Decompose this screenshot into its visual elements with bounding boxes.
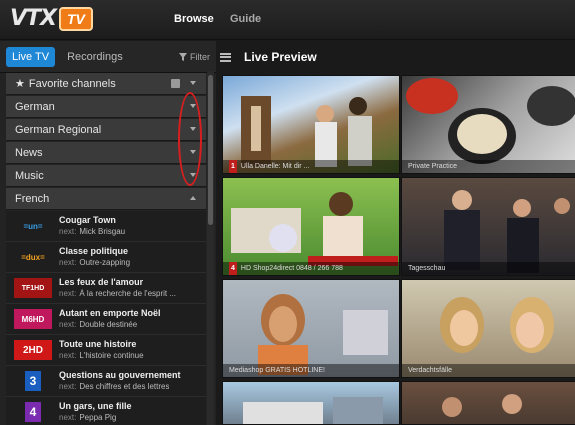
tile-caption: Verdachtsfälle <box>402 364 575 377</box>
category-favorite-channels[interactable]: ★ Favorite channels <box>6 73 206 95</box>
category-music[interactable]: Music <box>6 165 206 187</box>
channel-row[interactable]: =un= Cougar Town next: Mick Brisgau <box>6 211 206 242</box>
category-label: Favorite channels <box>28 77 116 90</box>
preview-tile[interactable]: Verdachtsfälle <box>401 279 575 378</box>
channel-logo-icon: 3 <box>25 371 41 391</box>
program-title: Questions au gouvernement <box>59 370 181 380</box>
edit-icon[interactable] <box>171 79 180 88</box>
tile-scene <box>243 397 383 424</box>
program-title: Un gars, une fille <box>59 401 132 411</box>
tile-scene <box>442 394 522 417</box>
tab-live-tv[interactable]: Live TV <box>6 46 56 67</box>
next-program: next: Des chiffres et des lettres <box>59 382 170 391</box>
tile-caption: 4 HD Shop24direct 0848 / 266 788 <box>223 262 399 275</box>
preview-tile[interactable]: Private Practice <box>401 75 575 174</box>
channel-row[interactable]: 3 Questions au gouvernement next: Des chi… <box>6 366 206 397</box>
category-label: German <box>15 100 55 113</box>
tab-recordings[interactable]: Recordings <box>61 47 129 67</box>
preview-tile[interactable]: Tagesschau <box>401 177 575 276</box>
chevron-down-icon <box>190 81 196 85</box>
category-french[interactable]: French <box>6 188 206 210</box>
vtx-tv-logo[interactable]: VTX TV <box>10 6 93 31</box>
program-title: Toute une histoire <box>59 339 137 349</box>
preview-tile[interactable]: Mediashop GRATIS HOTLINE! <box>222 279 400 378</box>
logo-badge: TV <box>59 6 93 31</box>
program-title: Autant en emporte Noël <box>59 308 161 318</box>
filter-button[interactable]: Filter <box>179 52 210 62</box>
channel-row[interactable]: =dux= Classe politique next: Outre-zappin… <box>6 242 206 273</box>
filter-label: Filter <box>190 51 210 62</box>
next-program: next: Double destinée <box>59 320 138 329</box>
next-program: next: Peppa Pig <box>59 413 117 422</box>
channel-logo-icon: =un= <box>23 221 43 231</box>
channel-row[interactable]: 4 Un gars, une fille next: Peppa Pig <box>6 397 206 425</box>
category-label: Music <box>15 169 44 182</box>
nav-guide[interactable]: Guide <box>230 13 261 25</box>
program-title: Cougar Town <box>59 215 116 225</box>
next-program: next: À la recherche de l'esprit ... <box>59 289 177 298</box>
logo-text: VTX <box>10 6 57 31</box>
category-label: News <box>15 146 43 159</box>
tile-caption: Private Practice <box>402 160 575 173</box>
preview-tile[interactable] <box>401 381 575 425</box>
preview-header: Live Preview <box>216 41 575 73</box>
channel-logo-icon: 2HD <box>14 340 52 360</box>
next-program: next: L'histoire continue <box>59 351 144 360</box>
category-german[interactable]: German <box>6 96 206 118</box>
preview-tile[interactable]: 4 HD Shop24direct 0848 / 266 788 <box>222 177 400 276</box>
left-tabs: Live TV Recordings Filter <box>0 41 216 73</box>
preview-tile[interactable]: 1 Ulla Danelle: Mit dir ... <box>222 75 400 174</box>
channel-logo-icon: =dux= <box>21 252 45 262</box>
program-title: Classe politique <box>59 246 129 256</box>
chevron-up-icon <box>190 196 196 200</box>
channel-logo-icon: M6HD <box>14 309 52 329</box>
menu-icon[interactable] <box>220 52 231 62</box>
channel-logo-icon: 4 <box>25 402 41 422</box>
scrollbar-thumb[interactable] <box>208 75 213 225</box>
tile-caption: Mediashop GRATIS HOTLINE! <box>223 364 399 377</box>
category-label: French <box>15 192 50 205</box>
preview-tile[interactable] <box>222 381 400 425</box>
next-program: next: Mick Brisgau <box>59 227 126 236</box>
tile-caption: Tagesschau <box>402 262 575 275</box>
channel-row[interactable]: M6HD Autant en emporte Noël next: Double … <box>6 304 206 335</box>
program-title: Les feux de l'amour <box>59 277 144 287</box>
category-german-regional[interactable]: German Regional <box>6 119 206 141</box>
page-title: Live Preview <box>244 50 317 64</box>
category-news[interactable]: News <box>6 142 206 164</box>
tile-caption: 1 Ulla Danelle: Mit dir ... <box>223 160 399 173</box>
star-icon: ★ <box>15 78 25 90</box>
filter-icon <box>179 52 187 61</box>
channel-row[interactable]: 2HD Toute une histoire next: L'histoire c… <box>6 335 206 366</box>
category-label: German Regional <box>15 123 102 136</box>
top-bar: VTX TV Browse Guide <box>0 0 575 40</box>
red-annotation-circle <box>178 92 202 186</box>
channel-row[interactable]: TF1HD Les feux de l'amour next: À la rech… <box>6 273 206 304</box>
next-program: next: Outre-zapping <box>59 258 131 267</box>
nav-browse[interactable]: Browse <box>174 13 214 25</box>
channel-logo-icon: TF1HD <box>14 278 52 298</box>
